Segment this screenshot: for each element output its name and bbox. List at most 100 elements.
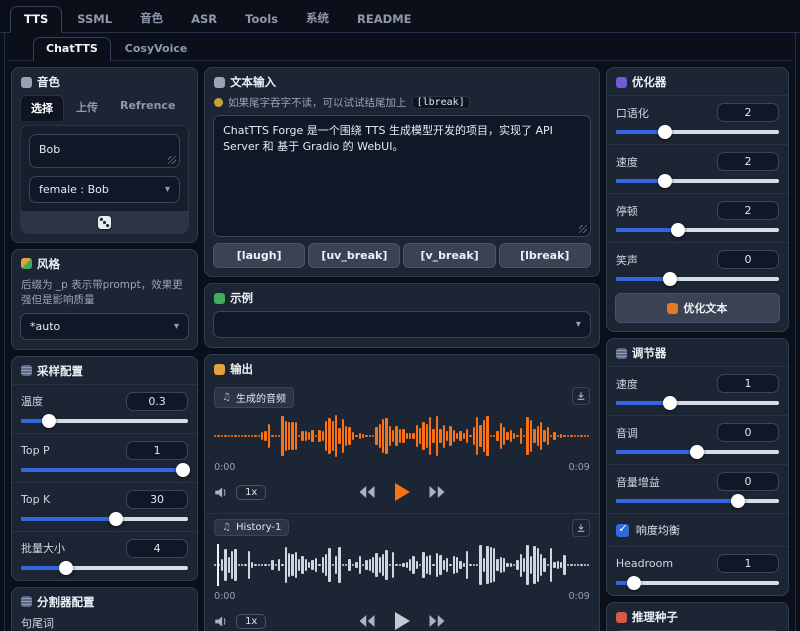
slider-thumb[interactable] [658, 125, 672, 139]
voice-tab-reference[interactable]: Refrence [110, 95, 185, 121]
slider-label: 笑声 [616, 252, 638, 268]
tts-text-area[interactable]: ChatTTS Forge 是一个围绕 TTS 生成模型开发的项目，实现了 AP… [213, 115, 591, 237]
tab-system[interactable]: 系统 [293, 5, 342, 32]
slider-value-input[interactable]: 0.3 [126, 392, 188, 411]
slider-value-input[interactable]: 2 [717, 201, 779, 220]
tab-tools[interactable]: Tools [232, 7, 291, 32]
slider-value-input[interactable]: 0 [717, 250, 779, 269]
slider-value-input[interactable]: 30 [126, 490, 188, 509]
resize-handle[interactable] [168, 156, 176, 164]
slider-thumb[interactable] [59, 561, 73, 575]
resize-handle[interactable] [579, 225, 587, 233]
slider-track[interactable] [21, 419, 188, 423]
slider-thumb[interactable] [109, 512, 123, 526]
sampling-title: 采样配置 [37, 363, 83, 379]
tab-readme[interactable]: README [344, 7, 424, 32]
slider-track[interactable] [616, 228, 779, 232]
optimizer-title: 优化器 [632, 74, 667, 90]
skip-forward-button[interactable] [428, 485, 446, 499]
examples-icon [214, 293, 225, 304]
tab-ssml[interactable]: SSML [64, 7, 125, 32]
tab-voice[interactable]: 音色 [127, 5, 176, 32]
slider-value-input[interactable]: 2 [717, 152, 779, 171]
volume-icon[interactable] [214, 615, 229, 628]
voice-tab-upload[interactable]: 上传 [66, 95, 108, 121]
volume-icon[interactable] [214, 486, 229, 499]
text-input-title: 文本输入 [230, 74, 276, 90]
slider-thumb[interactable] [663, 396, 677, 410]
slider-thumb[interactable] [658, 174, 672, 188]
text-icon [214, 77, 225, 88]
audio-label-chip: ♫ 生成的音频 [214, 387, 294, 408]
slider-label: 速度 [616, 376, 638, 392]
slider-value-input[interactable]: 4 [126, 539, 188, 558]
slider-track[interactable] [21, 566, 188, 570]
playhead-cursor[interactable] [217, 544, 219, 586]
slider-track[interactable] [616, 581, 779, 585]
playback-speed-button[interactable]: 1x [236, 485, 266, 500]
slider-value-input[interactable]: 1 [717, 374, 779, 393]
tab-tts[interactable]: TTS [10, 6, 62, 33]
seed-title: 推理种子 [632, 609, 678, 625]
refine-text-button[interactable]: 优化文本 [615, 293, 780, 323]
slider-thumb[interactable] [731, 494, 745, 508]
slider-track[interactable] [616, 450, 779, 454]
slider-label: Headroom [616, 557, 673, 570]
tab-chattts[interactable]: ChatTTS [33, 37, 111, 61]
slider-track[interactable] [616, 499, 779, 503]
laugh-button[interactable]: [laugh] [213, 243, 305, 268]
chevron-down-icon: ▾ [165, 184, 170, 195]
slider-value-input[interactable]: 1 [126, 441, 188, 460]
voice-dropdown[interactable]: female : Bob▾ [29, 176, 180, 203]
skip-forward-button[interactable] [428, 614, 446, 628]
slider-top-k: Top K 30 [12, 482, 197, 531]
slider-value-input[interactable]: 1 [717, 554, 779, 573]
slider-value-input[interactable]: 0 [717, 472, 779, 491]
music-note-icon: ♫ [222, 392, 231, 403]
style-dropdown[interactable]: *auto▾ [20, 313, 189, 340]
slider-track[interactable] [616, 130, 779, 134]
slider-value-input[interactable]: 0 [717, 423, 779, 442]
skip-back-button[interactable] [358, 614, 376, 628]
slider-thumb[interactable] [627, 576, 641, 590]
slider-top-p: Top P 1 [12, 433, 197, 482]
slider-value-input[interactable]: 2 [717, 103, 779, 122]
output-title: 输出 [230, 361, 253, 377]
slider-thumb[interactable] [690, 445, 704, 459]
slider-track[interactable] [616, 179, 779, 183]
skip-back-button[interactable] [358, 485, 376, 499]
voice-name-input[interactable]: Bob [29, 134, 180, 168]
chevron-down-icon: ▾ [576, 319, 581, 330]
checkbox-icon[interactable] [616, 524, 629, 537]
slider-batch-size: 批量大小 4 [12, 531, 197, 580]
play-button[interactable] [392, 482, 412, 502]
waveform[interactable] [214, 413, 590, 459]
slider-track[interactable] [21, 517, 188, 521]
slider-thumb[interactable] [671, 223, 685, 237]
slider-track[interactable] [616, 401, 779, 405]
download-button[interactable] [572, 387, 590, 405]
voice-tab-select[interactable]: 选择 [20, 95, 64, 121]
lbreak-button[interactable]: [lbreak] [499, 243, 591, 268]
loudness-eq-checkbox[interactable]: 响度均衡 [607, 513, 788, 546]
knobs-icon [21, 365, 32, 376]
v-break-button[interactable]: [v_break] [403, 243, 495, 268]
slider-track[interactable] [616, 277, 779, 281]
uv-break-button[interactable]: [uv_break] [308, 243, 400, 268]
voice-icon [21, 77, 32, 88]
slider-thumb[interactable] [42, 414, 56, 428]
playback-speed-button[interactable]: 1x [236, 614, 266, 629]
slider-thumb[interactable] [663, 272, 677, 286]
download-button[interactable] [572, 519, 590, 537]
slider-thumb[interactable] [176, 463, 190, 477]
splitter-card: 分割器配置 句尾词 [uv_break] 分割阈值 100 [11, 587, 198, 631]
time-current: 0:00 [214, 591, 235, 602]
examples-dropdown[interactable]: ▾ [213, 311, 591, 338]
waveform[interactable] [214, 542, 590, 588]
voice-random-button[interactable] [21, 211, 188, 233]
tab-cosyvoice[interactable]: CosyVoice [113, 38, 200, 60]
play-button[interactable] [392, 611, 412, 631]
generated-audio-player: ♫ 生成的音频 0:00 0:09 [205, 382, 599, 513]
tab-asr[interactable]: ASR [178, 7, 230, 32]
slider-track[interactable] [21, 468, 188, 472]
